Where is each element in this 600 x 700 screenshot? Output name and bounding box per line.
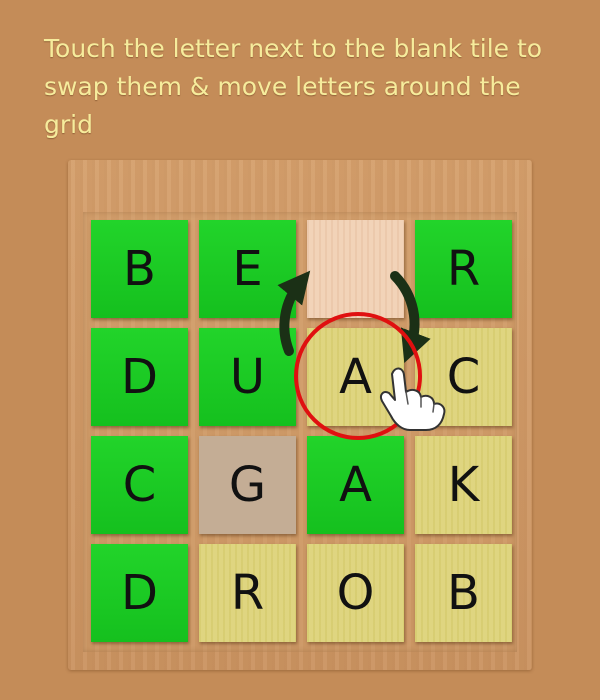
tile-r2c3[interactable]: A bbox=[307, 328, 404, 426]
tile-r4c3[interactable]: O bbox=[307, 544, 404, 642]
blank-tile[interactable] bbox=[307, 220, 404, 318]
tile-r1c2[interactable]: E bbox=[199, 220, 296, 318]
tile-r1c1[interactable]: B bbox=[91, 220, 188, 318]
tile-r3c3[interactable]: A bbox=[307, 436, 404, 534]
tile-r2c2[interactable]: U bbox=[199, 328, 296, 426]
tile-r4c1[interactable]: D bbox=[91, 544, 188, 642]
tile-r4c4[interactable]: B bbox=[415, 544, 512, 642]
tile-r2c1[interactable]: D bbox=[91, 328, 188, 426]
tile-r1c4[interactable]: R bbox=[415, 220, 512, 318]
tile-r4c2[interactable]: R bbox=[199, 544, 296, 642]
tile-r3c1[interactable]: C bbox=[91, 436, 188, 534]
tile-r3c2[interactable]: G bbox=[199, 436, 296, 534]
letter-grid: B E R D U A C C G A K D R O B bbox=[91, 220, 512, 642]
tile-r3c4[interactable]: K bbox=[415, 436, 512, 534]
tile-r2c4[interactable]: C bbox=[415, 328, 512, 426]
instruction-text: Touch the letter next to the blank tile … bbox=[44, 34, 543, 139]
